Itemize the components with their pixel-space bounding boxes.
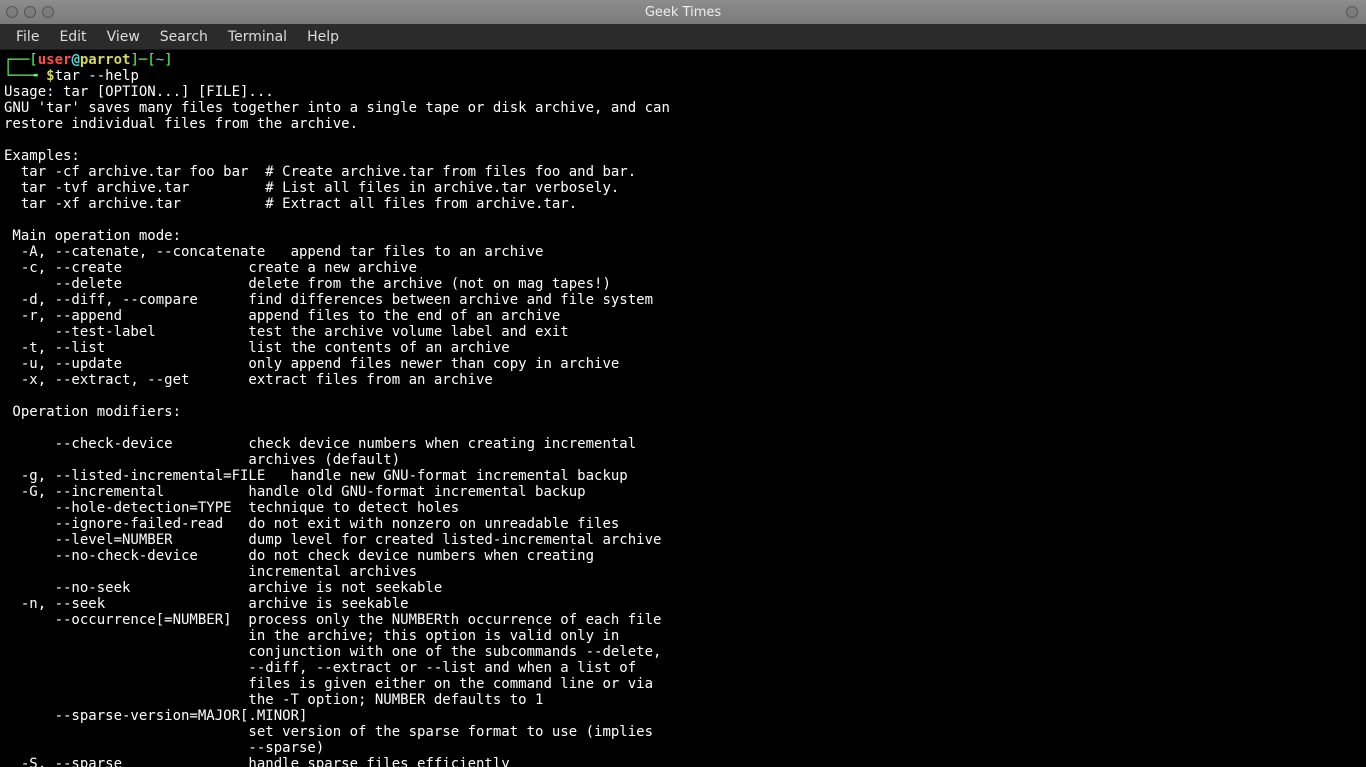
prompt-user: user xyxy=(38,52,72,68)
prompt-box-mid: ]─[ xyxy=(130,52,155,68)
menu-help[interactable]: Help xyxy=(297,26,349,48)
window-controls-left xyxy=(6,6,54,18)
menu-view[interactable]: View xyxy=(97,26,150,48)
window-title: Geek Times xyxy=(0,5,1366,20)
window-controls-right xyxy=(1346,6,1358,18)
terminal-viewport[interactable]: ┌──[user@parrot]─[~] └──╼ $tar --help Us… xyxy=(0,50,1366,767)
menu-search[interactable]: Search xyxy=(150,26,218,48)
terminal-content[interactable]: ┌──[user@parrot]─[~] └──╼ $tar --help Us… xyxy=(4,52,1362,767)
prompt-line2-prefix: └──╼ xyxy=(4,68,46,84)
prompt-host: parrot xyxy=(80,52,131,68)
window-close-button[interactable] xyxy=(6,6,18,18)
window-menu-button[interactable] xyxy=(1346,6,1358,18)
prompt-at: @ xyxy=(71,52,79,68)
terminal-output: Usage: tar [OPTION...] [FILE]... GNU 'ta… xyxy=(4,84,670,767)
prompt-command: tar --help xyxy=(55,68,139,84)
window-minimize-button[interactable] xyxy=(24,6,36,18)
titlebar: Geek Times xyxy=(0,0,1366,24)
window-maximize-button[interactable] xyxy=(42,6,54,18)
prompt-dollar: $ xyxy=(46,68,54,84)
prompt-box-close: ] xyxy=(164,52,172,68)
menu-file[interactable]: File xyxy=(6,26,49,48)
menubar: File Edit View Search Terminal Help xyxy=(0,24,1366,50)
menu-terminal[interactable]: Terminal xyxy=(218,26,297,48)
prompt-cwd: ~ xyxy=(156,52,164,68)
prompt-box-open: ┌──[ xyxy=(4,52,38,68)
menu-edit[interactable]: Edit xyxy=(49,26,96,48)
terminal-window: Geek Times File Edit View Search Termina… xyxy=(0,0,1366,767)
